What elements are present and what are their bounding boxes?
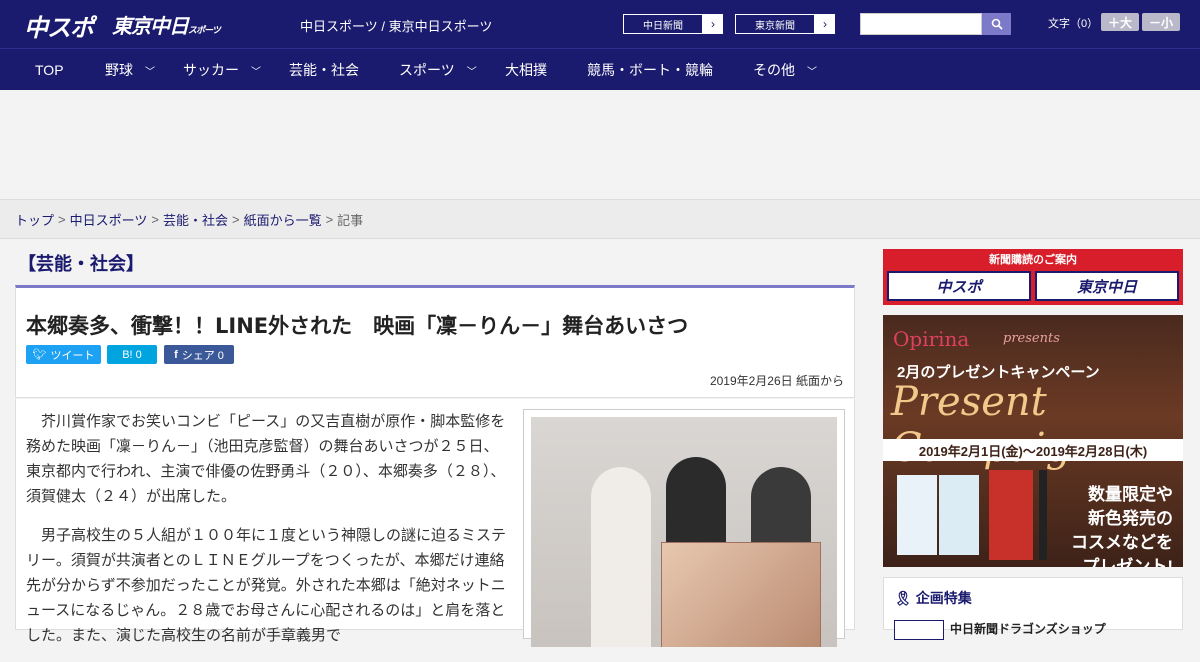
chunichi-shimbun-button[interactable]: 中日新聞 › [622,13,724,35]
tokyo-shimbun-button[interactable]: 東京新聞 › [734,13,836,35]
promo-limited-4: プレゼント! [1082,557,1173,567]
ad-space [0,90,1200,200]
breadcrumb-paper-list[interactable]: 紙面から一覧 [244,210,322,229]
search-button[interactable] [982,13,1011,35]
tokyo-logo-sub: スポーツ [188,26,221,36]
present-campaign-ad[interactable]: Opirina presents 2月のプレゼントキャンペーン Present … [883,315,1183,567]
paragraph: 芥川賞作家でお笑いコンビ「ピース」の又吉直樹が原作・脚本監修を務めた映画「凜－り… [26,412,506,505]
search-icon [991,18,1003,30]
category-heading: 【芸能・社会】 [18,254,144,274]
font-smaller-button[interactable]: －小 [1142,13,1180,31]
facebook-share-button[interactable]: f シェア 0 [164,345,234,364]
nav-item-racing[interactable]: 競馬・ボート・競輪 [587,49,713,91]
chunichi-shimbun-label: 中日新聞 [623,14,703,34]
font-size-label: 文字（0） [1048,18,1099,30]
tokyo-shimbun-label: 東京新聞 [735,14,815,34]
subscribe-chusupo[interactable]: 中スポ [887,271,1031,301]
chevron-down-icon: ﹀ [251,66,261,78]
breadcrumb-sep: > [231,211,240,227]
article-photo-frame[interactable] [523,409,845,647]
nav-item-baseball[interactable]: 野球 ﹀ [105,49,155,91]
feature-item[interactable]: 中日新聞ドラゴンズショップ [894,620,1106,640]
subscribe-tokyo-chunichi[interactable]: 東京中日 [1035,271,1179,301]
font-larger-button[interactable]: ＋大 [1101,13,1139,31]
hatena-label: B! 0 [122,348,142,361]
article-header: 本郷奏多、衝撃！！LINE外された 映画「凜－りん－」舞台あいさつ 🐦︎ ツイート… [15,285,855,398]
promo-limited-2: 新色発売の [1088,509,1173,528]
nav-item-soccer[interactable]: サッカー ﹀ [183,49,261,91]
nav-item-top[interactable]: TOP [35,49,64,91]
site-names: 中日スポーツ / 東京中日スポーツ [300,19,493,34]
hatena-button[interactable]: B! 0 [107,345,157,364]
nav-label: 芸能・社会 [289,62,359,78]
subscribe-banner[interactable]: 新聞購読のご案内 中スポ 東京中日 [883,249,1183,305]
promo-brand: Opirina [893,327,970,351]
tweet-button[interactable]: 🐦︎ ツイート [26,345,101,364]
twitter-icon: 🐦︎ [32,349,47,361]
promo-limited-1: 数量限定や [1088,485,1173,504]
nav-label: 野球 [105,62,133,78]
chevron-right-icon: › [711,17,715,31]
nav-item-other[interactable]: その他 ﹀ [753,49,817,91]
nav-label: 大相撲 [505,62,547,78]
nav-label: その他 [753,62,795,78]
feature-thumb [894,620,944,640]
chevron-down-icon: ﹀ [807,66,817,78]
breadcrumb-sep: > [325,211,334,227]
feature-section: 🎗︎ 企画特集 中日新聞ドラゴンズショップ [883,577,1183,640]
nav-label: スポーツ [399,62,455,78]
breadcrumb-sep: > [58,211,66,227]
paragraph: 男子高校生の５人組が１００年に１度という神隠しの謎に迫るミステリー。須賀が共演者… [26,526,507,644]
nav-label: TOP [35,62,64,78]
promo-presents: presents [1003,331,1060,346]
promo-limited-3: コスメなどを [1071,533,1173,552]
breadcrumb-entertainment[interactable]: 芸能・社会 [163,210,228,229]
ribbon-icon: 🎗︎ [894,589,912,606]
article-body: 芥川賞作家でお笑いコンビ「ピース」の又吉直樹が原作・脚本監修を務めた映画「凜－り… [15,399,855,647]
search-input[interactable] [860,13,982,35]
movie-poster-image [661,542,821,647]
article-title: 本郷奏多、衝撃！！LINE外された 映画「凜－りん－」舞台あいさつ [26,314,689,338]
tokyo-chunichi-logo[interactable]: 東京中日スポーツ [112,10,221,39]
chevron-down-icon: ﹀ [145,66,155,78]
article-text: 芥川賞作家でお笑いコンビ「ピース」の又吉直樹が原作・脚本監修を務めた映画「凜－り… [26,409,508,662]
nav-item-sports[interactable]: スポーツ ﹀ [399,49,477,91]
nav-item-sumo[interactable]: 大相撲 [505,49,547,91]
breadcrumb: トップ > 中日スポーツ > 芸能・社会 > 紙面から一覧 > 記事 [0,200,1200,239]
facebook-icon: f [174,348,178,361]
breadcrumb-chunichi-sports[interactable]: 中日スポーツ [70,210,148,229]
promo-limited: 数量限定や 新色発売の コスメなどを プレゼント! [1071,483,1173,567]
nav-label: 競馬・ボート・競輪 [587,62,713,78]
chevron-down-icon: ﹀ [466,66,477,78]
chusupo-logo[interactable]: 中スポ [24,8,94,43]
nav-label: サッカー [183,62,239,78]
feature-heading: 🎗︎ 企画特集 [894,588,972,608]
feature-item-label: 中日新聞ドラゴンズショップ [950,622,1106,636]
breadcrumb-top[interactable]: トップ [15,210,54,229]
breadcrumb-current: 記事 [337,212,364,228]
nav-item-entertainment[interactable]: 芸能・社会 [289,49,359,91]
tweet-label: ツイート [50,349,95,362]
chevron-right-icon: › [823,17,827,31]
promo-period: 2019年2月1日(金)～2019年2月28日(木) [883,439,1183,461]
tokyo-logo-text: 東京中日 [112,14,189,38]
person-figure [591,467,651,647]
breadcrumb-sep: > [151,211,159,227]
feature-title: 企画特集 [915,590,972,606]
subscribe-title: 新聞購読のご案内 [989,254,1077,266]
main-nav: TOP 野球 ﹀ サッカー ﹀ 芸能・社会 スポーツ ﹀ 大相撲 競馬・ボート・競輪 … [0,48,1200,90]
cosmetics-products-image [897,470,1047,560]
article-photo[interactable] [531,417,837,647]
article-date: 2019年2月26日 紙面から [709,374,844,388]
site-header: 中スポ 東京中日スポーツ 中日スポーツ / 東京中日スポーツ 中日新聞 › 東京… [0,0,1200,48]
facebook-label: シェア 0 [181,349,224,362]
